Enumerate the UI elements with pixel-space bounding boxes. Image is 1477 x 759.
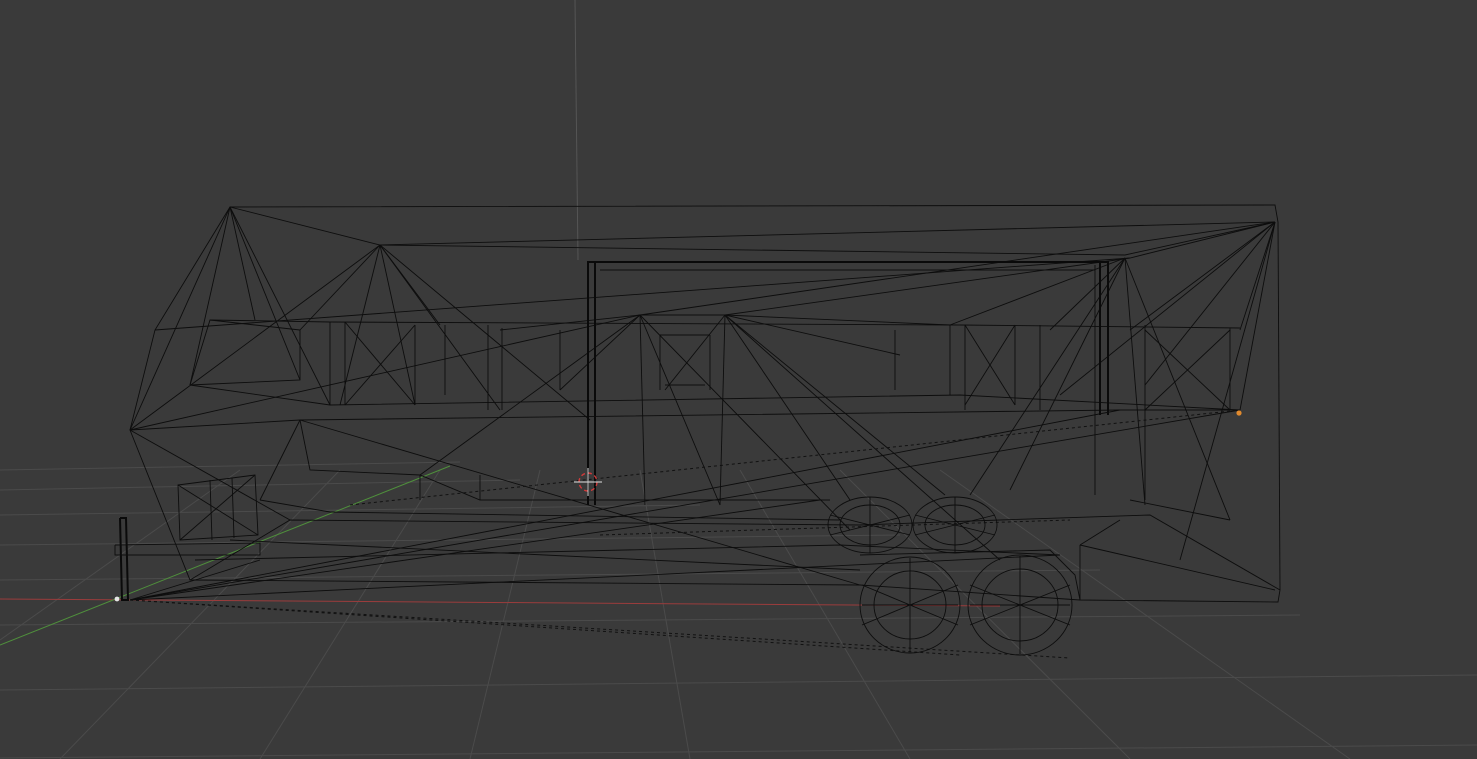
wheel-set[interactable] — [827, 496, 1081, 656]
3d-viewport[interactable] — [0, 0, 1477, 759]
floor-grid — [0, 461, 1477, 759]
object-origin-point[interactable] — [1236, 410, 1242, 416]
viewport-canvas[interactable] — [0, 0, 1477, 759]
trailer-mesh[interactable] — [114, 204, 1281, 659]
3d-cursor-icon[interactable] — [574, 468, 602, 496]
x-axis-line — [0, 598, 1001, 607]
z-axis-line — [574, 0, 579, 261]
world-origin-point — [114, 596, 120, 602]
